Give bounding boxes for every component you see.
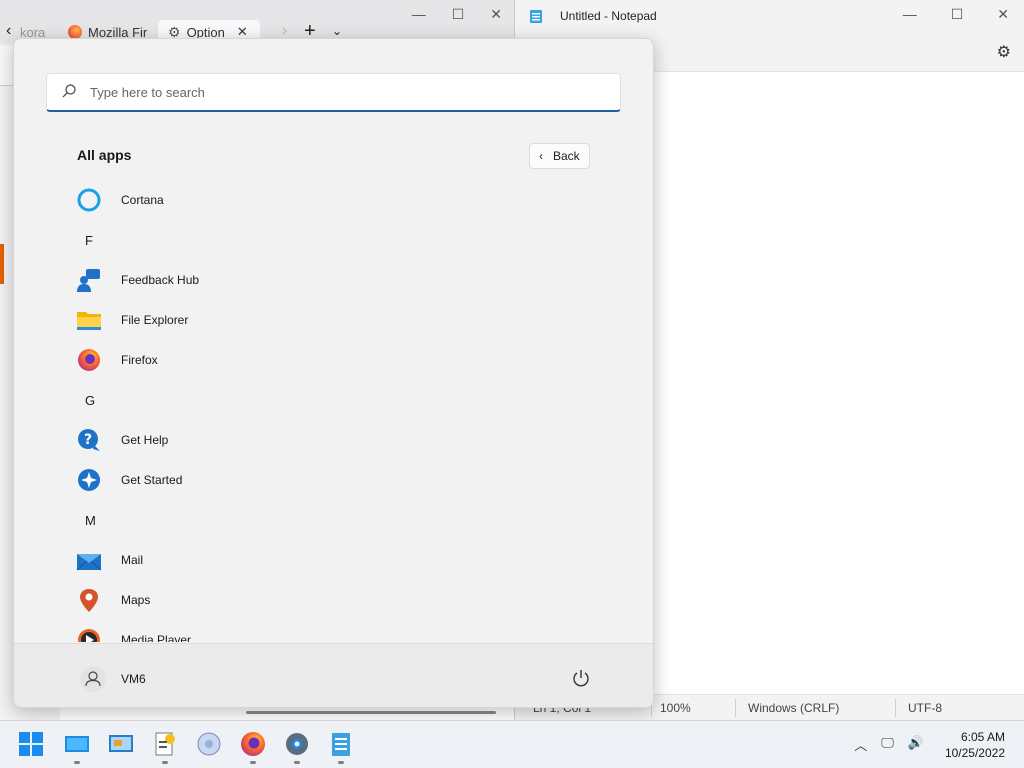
close-icon[interactable]: ✕ [997, 6, 1009, 23]
app-label: File Explorer [121, 313, 189, 327]
power-icon[interactable] [571, 668, 591, 688]
app-label: Feedback Hub [121, 273, 200, 287]
app-item-cortana[interactable]: Cortana [54, 180, 474, 220]
minimize-icon[interactable]: — [412, 6, 426, 23]
tab-scroll-left-icon[interactable]: ‹ [6, 22, 11, 40]
running-indicator [250, 761, 256, 764]
mail-icon [76, 554, 102, 571]
letter-header-g[interactable]: G [54, 380, 474, 420]
back-button[interactable]: ‹ Back [529, 143, 590, 169]
settings-gear-icon[interactable]: ⚙ [997, 42, 1011, 62]
volume-icon[interactable]: 🔊 [908, 735, 924, 754]
letter-header-f[interactable]: F [54, 220, 474, 260]
letter-label: M [85, 513, 96, 528]
user-name[interactable]: VM6 [121, 672, 146, 686]
user-icon [85, 671, 101, 687]
maps-icon [80, 589, 98, 612]
close-icon[interactable]: ✕ [490, 6, 502, 23]
app-item-feedback-hub[interactable]: Feedback Hub [54, 260, 474, 300]
notepad-icon [530, 10, 542, 23]
app-list: Cortana F Feedback Hub File Explorer Fir… [14, 180, 653, 642]
maximize-icon[interactable]: ☐ [951, 6, 964, 23]
control-panel-icon[interactable] [106, 729, 136, 759]
firefox-taskbar-icon[interactable] [238, 729, 268, 759]
firefox-window-controls: — ☐ ✕ [412, 6, 502, 23]
app-label: Get Help [121, 433, 169, 447]
back-label: Back [553, 149, 580, 163]
app-label: Firefox [121, 353, 158, 367]
window-title: Untitled - Notepad [560, 9, 657, 23]
file-explorer-icon [77, 312, 101, 330]
firefox-icon [68, 25, 82, 39]
app-item-firefox[interactable]: Firefox [54, 340, 474, 380]
app-label: Media Player [121, 633, 192, 642]
firefox-icon [78, 349, 100, 371]
network-icon[interactable]: 🖵 [881, 735, 894, 754]
clock[interactable]: 6:05 AM 10/25/2022 [945, 729, 1005, 761]
settings-gear-icon[interactable] [282, 729, 312, 759]
letter-header-m[interactable]: M [54, 500, 474, 540]
svg-text:?: ? [84, 432, 92, 448]
letter-label: F [85, 233, 93, 248]
windows-start-icon[interactable] [18, 731, 44, 757]
task-manager-icon[interactable] [150, 729, 180, 759]
notepad-titlebar: Untitled - Notepad — ☐ ✕ [515, 0, 1024, 32]
chevron-up-icon[interactable]: ︿ [854, 735, 867, 754]
chevron-down-icon[interactable]: ⌄ [332, 24, 342, 38]
encoding: UTF-8 [908, 701, 942, 715]
get-started-icon [78, 469, 100, 491]
taskbar: ︿ 🖵 🔊 6:05 AM 10/25/2022 [0, 720, 1024, 768]
system-tray: ︿ 🖵 🔊 [854, 735, 924, 754]
running-indicator [294, 761, 300, 764]
desktop-app-icon[interactable] [62, 729, 92, 759]
app-label: Mail [121, 553, 144, 567]
app-item-file-explorer[interactable]: File Explorer [54, 300, 474, 340]
app-item-get-help[interactable]: ? Get Help [54, 420, 474, 460]
media-player-icon [78, 629, 100, 642]
notepad-taskbar-icon[interactable] [326, 729, 356, 759]
running-indicator [338, 761, 344, 764]
letter-label: G [85, 393, 96, 408]
minimize-icon[interactable]: — [903, 6, 917, 23]
line-ending: Windows (CRLF) [748, 701, 840, 715]
start-menu-footer: VM6 [14, 643, 653, 707]
media-app-icon[interactable] [194, 729, 224, 759]
app-label: Maps [121, 593, 151, 607]
all-apps-heading: All apps [77, 147, 132, 163]
start-menu: Type here to search All apps ‹ Back Cort… [13, 38, 654, 708]
app-label: Get Started [121, 473, 183, 487]
zoom-level: 100% [660, 701, 691, 715]
notepad-window-controls: — ☐ ✕ [903, 6, 1009, 23]
horizontal-scrollbar[interactable] [246, 711, 496, 714]
running-indicator [74, 761, 80, 764]
search-placeholder: Type here to search [90, 85, 205, 100]
app-item-media-player[interactable]: Media Player [54, 620, 474, 642]
sidebar-accent [0, 244, 4, 284]
maximize-icon[interactable]: ☐ [452, 6, 465, 23]
app-item-get-started[interactable]: Get Started [54, 460, 474, 500]
search-input[interactable]: Type here to search [46, 73, 621, 112]
running-indicator [162, 761, 168, 764]
user-avatar[interactable] [80, 666, 106, 692]
app-label: Cortana [121, 193, 164, 207]
search-icon [62, 84, 76, 98]
chevron-left-icon: ‹ [539, 149, 543, 163]
app-item-mail[interactable]: Mail [54, 540, 474, 580]
get-help-icon: ? [78, 429, 100, 451]
clock-time: 6:05 AM [960, 730, 1005, 744]
feedback-hub-icon [77, 269, 100, 292]
cortana-icon [77, 188, 101, 212]
clock-date: 10/25/2022 [944, 746, 1005, 760]
app-item-maps[interactable]: Maps [54, 580, 474, 620]
